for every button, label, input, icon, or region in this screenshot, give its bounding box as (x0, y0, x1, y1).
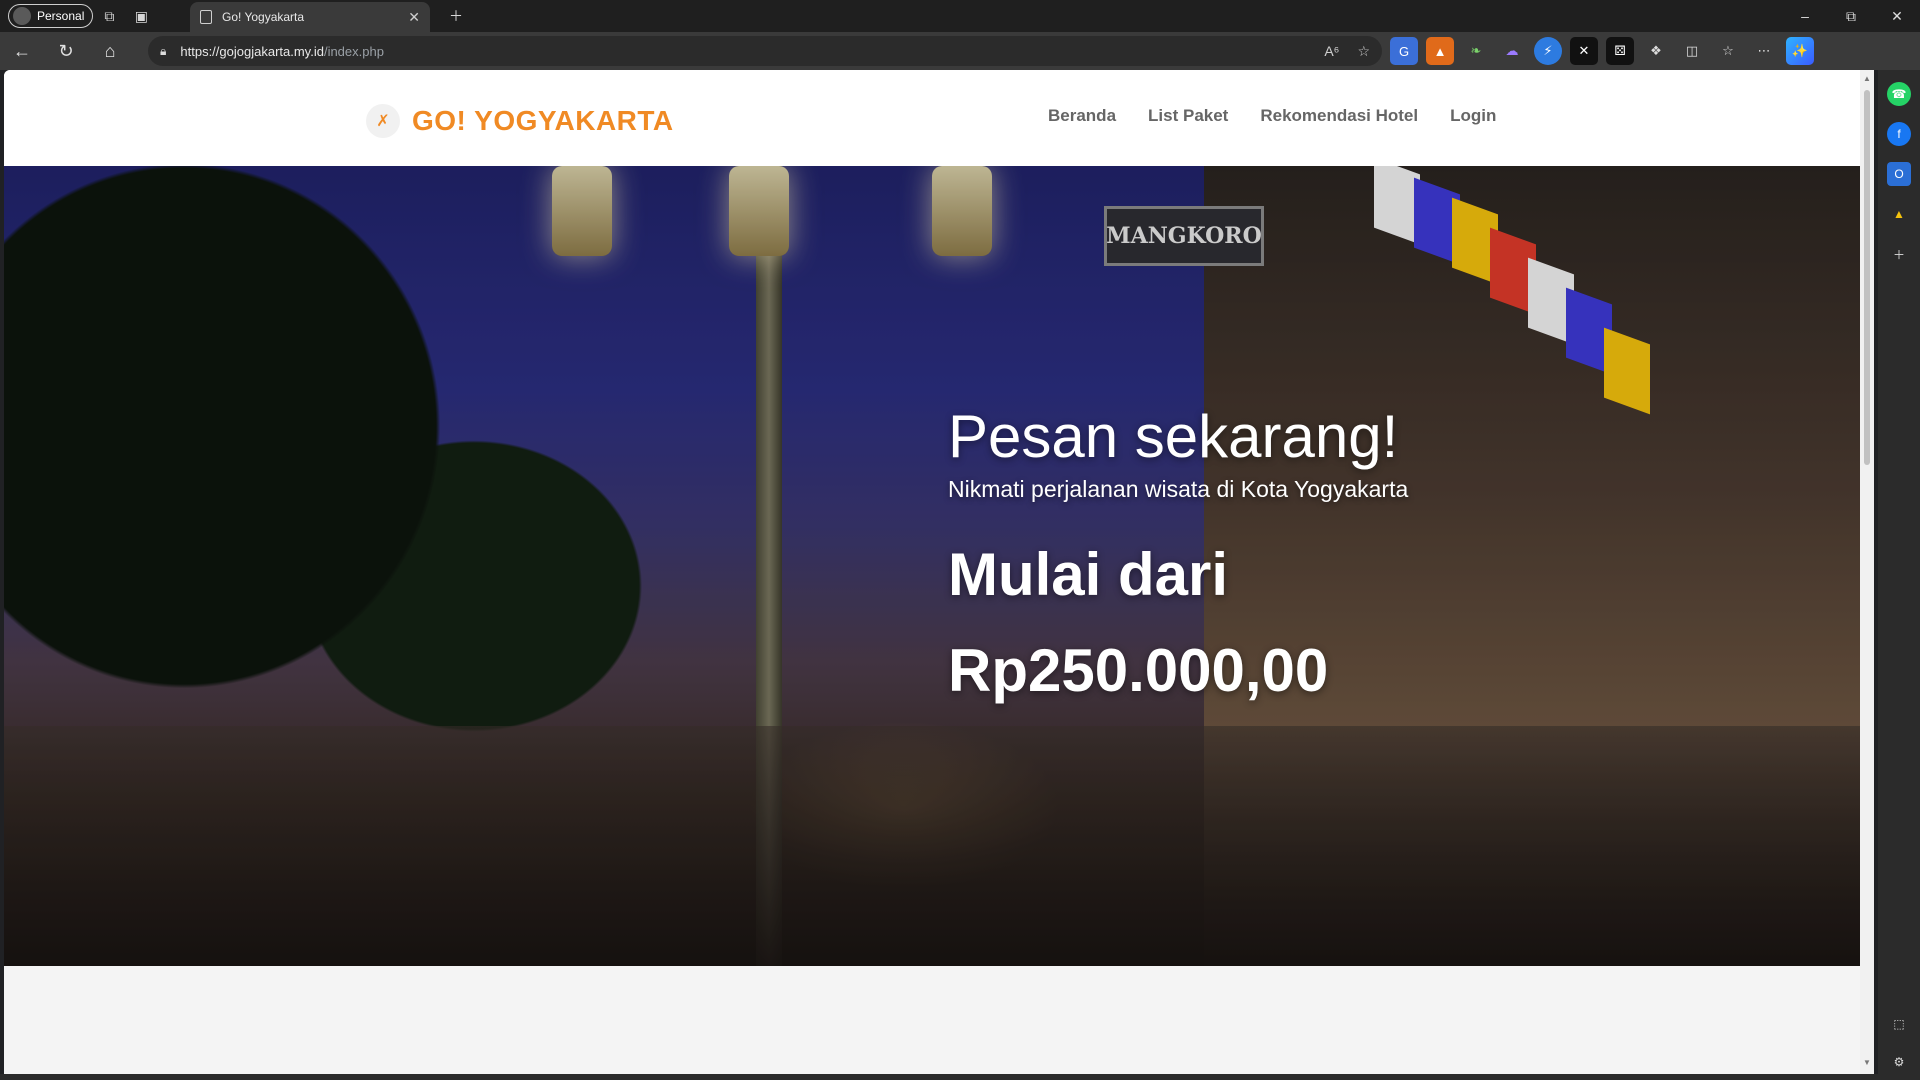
tab-actions-icon[interactable]: ▣ (125, 0, 157, 32)
profile-avatar (13, 7, 31, 25)
hero-banner: MANGKORO Pesan sekarang! Nikmati perjala… (4, 166, 1860, 966)
screenshot-icon[interactable]: ⬚ (1887, 1012, 1911, 1036)
nav-list-paket[interactable]: List Paket (1148, 106, 1228, 126)
settings-gear-icon[interactable]: ⚙ (1887, 1050, 1911, 1074)
outlook-icon[interactable]: O (1887, 162, 1911, 186)
facebook-icon[interactable]: f (1887, 122, 1911, 146)
favorite-star-icon[interactable]: ☆ (1357, 43, 1370, 60)
hero-subtitle: Nikmati perjalanan wisata di Kota Yogyak… (948, 476, 1409, 502)
favorites-icon[interactable]: ☆ (1714, 37, 1742, 65)
hero-text-block: Pesan sekarang! Nikmati perjalanan wisat… (948, 402, 1408, 719)
scrollbar-thumb[interactable] (1864, 90, 1870, 465)
nav-rekomendasi-hotel[interactable]: Rekomendasi Hotel (1260, 106, 1418, 126)
home-icon[interactable]: ⌂ (88, 32, 132, 70)
logo-text: GO! YOGYAKARTA (412, 105, 674, 136)
profile-button[interactable]: Personal (8, 4, 94, 28)
leaf-extension-icon[interactable]: ❧ (1462, 37, 1490, 65)
hero-price: Rp250.000,00 (948, 637, 1329, 704)
split-screen-icon[interactable]: ◫ (1678, 37, 1706, 65)
dice-extension-icon[interactable]: ⚄ (1606, 37, 1634, 65)
url-path: /index.php (323, 43, 384, 59)
fox-extension-icon[interactable]: ▲ (1426, 37, 1454, 65)
window-bottom-edge (0, 1074, 1920, 1080)
browser-toolbar: ← ↻ ⌂ 🔒︎ https://gojogjakarta.my.id/inde… (0, 32, 1920, 70)
browser-titlebar: Personal ⧉ ▣ Go! Yogyakarta ✕ ＋ – ⧉ ✕ (0, 0, 1920, 32)
read-aloud-icon[interactable]: A⁶ (1324, 43, 1339, 60)
refresh-icon[interactable]: ↻ (44, 32, 88, 70)
minimize-icon[interactable]: – (1782, 0, 1828, 32)
nav-beranda[interactable]: Beranda (1048, 106, 1116, 126)
nav-login[interactable]: Login (1450, 106, 1496, 126)
main-nav: Beranda List Paket Rekomendasi Hotel Log… (1048, 106, 1496, 126)
site-logo[interactable]: ✗ GO! YOGYAKARTA (366, 104, 674, 138)
add-sidebar-app-icon[interactable]: ＋ (1887, 242, 1911, 266)
restore-icon[interactable]: ⧉ (1828, 0, 1874, 32)
tab-close-icon[interactable]: ✕ (408, 9, 420, 26)
url-host: https://gojogjakarta.my.id (180, 43, 324, 59)
browser-sidebar: ☎ f O ▲ ＋ ⬚ ⚙ (1878, 70, 1920, 1080)
scroll-up-arrow-icon[interactable]: ▲ (1862, 74, 1872, 84)
cloud-extension-icon[interactable]: ☁ (1498, 37, 1526, 65)
hero-overlay (4, 166, 1860, 966)
back-icon[interactable]: ← (0, 32, 44, 70)
lock-icon[interactable]: 🔒︎ (160, 44, 166, 59)
drive-icon[interactable]: ▲ (1887, 202, 1911, 226)
logo-mark-icon: ✗ (366, 104, 400, 138)
whatsapp-icon[interactable]: ☎ (1887, 82, 1911, 106)
page-icon (200, 10, 212, 24)
tab-title: Go! Yogyakarta (222, 10, 305, 24)
url-text: https://gojogjakarta.my.id/index.php (180, 44, 384, 59)
browser-tab-active[interactable]: Go! Yogyakarta ✕ (190, 2, 430, 32)
page-viewport: ✗ GO! YOGYAKARTA Beranda List Paket Reko… (4, 70, 1874, 1074)
close-window-icon[interactable]: ✕ (1874, 0, 1920, 32)
profile-label: Personal (37, 9, 85, 23)
page-scrollbar[interactable]: ▲ ▼ (1860, 70, 1874, 1074)
copilot-icon[interactable]: ✨ (1786, 37, 1814, 65)
workspaces-icon[interactable]: ⧉ (93, 0, 125, 32)
extensions-puzzle-icon[interactable]: ❖ (1642, 37, 1670, 65)
site-header: ✗ GO! YOGYAKARTA Beranda List Paket Reko… (4, 70, 1860, 166)
hero-title: Pesan sekarang! (948, 403, 1399, 470)
scroll-down-arrow-icon[interactable]: ▼ (1862, 1058, 1872, 1068)
hero-price-label: Mulai dari (948, 541, 1229, 608)
translate-extension-icon[interactable]: G (1390, 37, 1418, 65)
new-tab-icon[interactable]: ＋ (440, 0, 472, 32)
address-bar[interactable]: 🔒︎ https://gojogjakarta.my.id/index.php … (148, 36, 1382, 66)
x-extension-icon[interactable]: ✕ (1570, 37, 1598, 65)
more-menu-icon[interactable]: ⋯ (1750, 37, 1778, 65)
bolt-extension-icon[interactable]: ⚡ (1534, 37, 1562, 65)
